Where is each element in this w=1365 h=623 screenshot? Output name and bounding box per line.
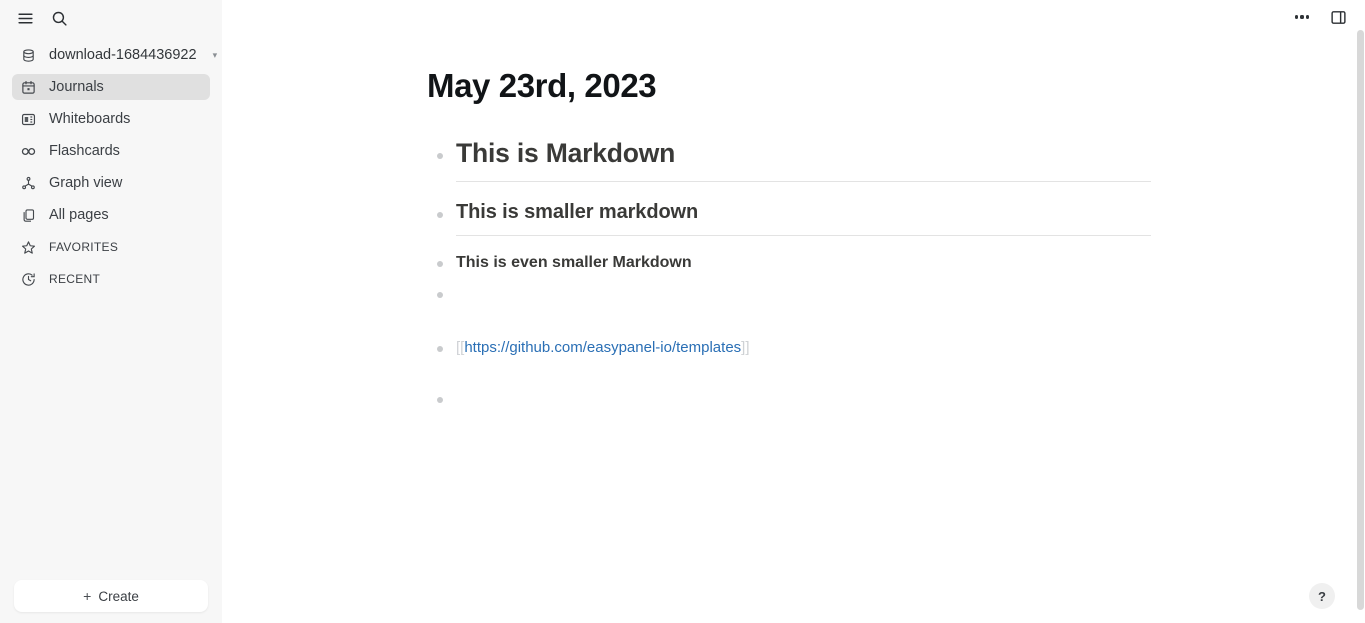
block-bullet[interactable] [433, 149, 447, 163]
heading-rule [456, 181, 1151, 183]
pages-icon [20, 207, 37, 224]
sidebar-section-label: FAVORITES [49, 240, 119, 254]
main-toolbar [222, 0, 1365, 34]
block-item[interactable] [427, 391, 1157, 409]
block-content[interactable]: This is Markdown [456, 138, 1157, 183]
clock-icon [20, 271, 37, 288]
ellipsis-icon[interactable] [1289, 4, 1315, 30]
sidebar-item-graph-view[interactable]: Graph view [12, 170, 210, 196]
help-button[interactable]: ? [1309, 583, 1335, 609]
menu-icon[interactable] [14, 7, 36, 29]
heading-3: This is even smaller Markdown [456, 254, 692, 272]
sidebar-item-label: All pages [49, 207, 109, 223]
chevron-down-icon: ▾ [212, 49, 218, 60]
search-icon[interactable] [48, 7, 70, 29]
block-content[interactable] [456, 391, 1157, 409]
dots-glyph [1294, 15, 1310, 19]
main-content: May 23rd, 2023 This is Markdown This is … [222, 0, 1365, 623]
sidebar-item-journals[interactable]: Journals [12, 74, 210, 100]
vertical-scrollbar[interactable] [1356, 0, 1365, 623]
database-icon [20, 47, 37, 64]
graph-name: download-1684436922 [49, 47, 197, 63]
sidebar-item-label: Journals [49, 79, 104, 95]
block-bullet[interactable] [433, 342, 447, 356]
plus-icon: + [83, 588, 92, 604]
sidebar-section-recent[interactable]: RECENT [12, 266, 210, 292]
heading-rule [456, 235, 1151, 237]
sidebar-item-all-pages[interactable]: All pages [12, 202, 210, 228]
block-item[interactable]: This is Markdown [427, 138, 1157, 183]
ref-close-bracket: ]] [741, 339, 750, 357]
block-content[interactable] [456, 286, 1157, 304]
sidebar-nav: download-1684436922 ▾ Journals Whiteboar… [0, 42, 222, 298]
journal-page: May 23rd, 2023 This is Markdown This is … [222, 34, 1365, 409]
sidebar-item-label: Graph view [49, 175, 123, 191]
block-item[interactable]: This is smaller markdown [427, 200, 1157, 237]
block-item[interactable]: [[https://github.com/easypanel-io/templa… [427, 339, 1157, 357]
star-icon [20, 239, 37, 256]
block-item[interactable]: This is even smaller Markdown [427, 253, 1157, 273]
app-root: download-1684436922 ▾ Journals Whiteboar… [0, 0, 1365, 623]
block-bullet[interactable] [433, 257, 447, 271]
block-item[interactable] [427, 286, 1157, 304]
sidebar-section-label: RECENT [49, 272, 101, 286]
sidebar-item-label: Flashcards [49, 143, 120, 159]
calendar-icon [20, 79, 37, 96]
create-button[interactable]: + Create [14, 580, 208, 612]
page-reference-link[interactable]: https://github.com/easypanel-io/template… [464, 339, 741, 356]
flashcards-icon [20, 143, 37, 160]
sidebar-item-whiteboards[interactable]: Whiteboards [12, 106, 210, 132]
page-title[interactable]: May 23rd, 2023 [427, 67, 657, 104]
block-list: This is Markdown This is smaller markdow… [427, 138, 1157, 409]
left-sidebar: download-1684436922 ▾ Journals Whiteboar… [0, 0, 222, 623]
sidebar-footer: + Create [0, 580, 222, 623]
heading-2: This is smaller markdown [456, 201, 699, 224]
block-bullet[interactable] [433, 288, 447, 302]
sidebar-section-favorites[interactable]: FAVORITES [12, 234, 210, 260]
block-bullet[interactable] [433, 393, 447, 407]
create-button-label: Create [98, 588, 139, 604]
block-content[interactable]: This is even smaller Markdown [456, 253, 1157, 273]
sidebar-item-label: Whiteboards [49, 111, 131, 127]
whiteboard-icon [20, 111, 37, 128]
graph-selector[interactable]: download-1684436922 ▾ [12, 42, 217, 68]
block-bullet[interactable] [433, 208, 447, 222]
right-panel-icon[interactable] [1325, 4, 1351, 30]
sidebar-item-flashcards[interactable]: Flashcards [12, 138, 210, 164]
sidebar-toolbar [0, 0, 222, 36]
block-content[interactable]: This is smaller markdown [456, 200, 1157, 237]
heading-1: This is Markdown [456, 138, 676, 169]
graph-icon [20, 175, 37, 192]
scrollbar-thumb[interactable] [1357, 30, 1364, 610]
block-content[interactable]: [[https://github.com/easypanel-io/templa… [456, 339, 1157, 357]
